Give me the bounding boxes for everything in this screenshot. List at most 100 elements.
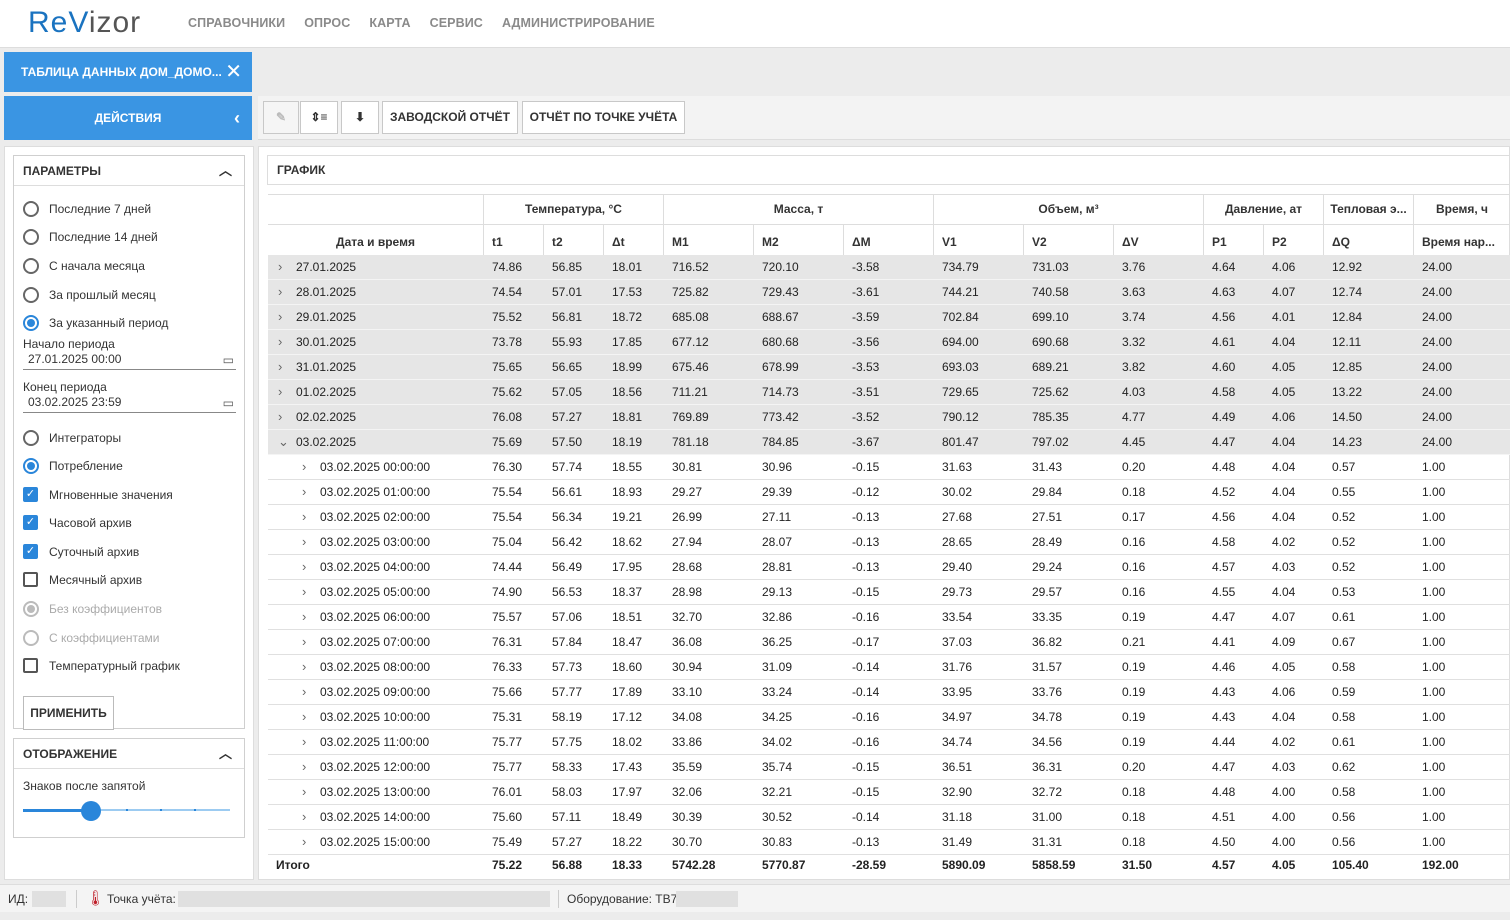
column-group-header[interactable]: Объем, м³ xyxy=(934,195,1204,225)
nav-item-administration[interactable]: АДМИНИСТРИРОВАНИЕ xyxy=(502,16,655,30)
start-period-input[interactable]: 27.01.2025 00:00 ▭ xyxy=(23,350,236,370)
hour-row[interactable]: › 03.02.2025 05:00:00 74.90 56.53 18.37 28.98… xyxy=(268,580,1510,605)
check-monthly-archive[interactable]: Месячный архив xyxy=(23,571,142,589)
column-header[interactable]: M2 xyxy=(754,225,844,255)
chevron-right-icon[interactable]: › xyxy=(278,255,282,279)
chevron-right-icon[interactable]: › xyxy=(302,680,306,704)
nav-item-service[interactable]: СЕРВИС xyxy=(430,16,483,30)
chevron-right-icon[interactable]: › xyxy=(302,705,306,729)
chevron-right-icon[interactable]: › xyxy=(302,605,306,629)
hour-row[interactable]: › 03.02.2025 11:00:00 75.77 57.75 18.02 33.86… xyxy=(268,730,1510,755)
data-table-tab[interactable]: ТАБЛИЦА ДАННЫХ ДОМ_ДОМО... ✕ xyxy=(4,52,252,92)
day-row[interactable]: › 27.01.2025 74.86 56.85 18.01 716.52 720.10 -3… xyxy=(268,255,1510,280)
column-header[interactable]: V1 xyxy=(934,225,1024,255)
check-temperature-graph[interactable]: Температурный график xyxy=(23,657,180,675)
nav-item-survey[interactable]: ОПРОС xyxy=(304,16,350,30)
hour-row[interactable]: › 03.02.2025 02:00:00 75.54 56.34 19.21 26.99… xyxy=(268,505,1510,530)
hour-row[interactable]: › 03.02.2025 12:00:00 75.77 58.33 17.43 35.59… xyxy=(268,755,1510,780)
decimals-slider-handle[interactable] xyxy=(81,801,101,821)
column-header[interactable]: Δt xyxy=(604,225,664,255)
column-header[interactable]: P1 xyxy=(1204,225,1264,255)
period-last-7-days[interactable]: Последние 7 дней xyxy=(23,200,151,218)
column-group-header[interactable]: Давление, ат xyxy=(1204,195,1324,225)
chevron-up-icon[interactable]: ︿ xyxy=(219,156,232,186)
column-header[interactable]: ΔQ xyxy=(1324,225,1414,255)
chevron-right-icon[interactable]: › xyxy=(302,830,306,854)
row-height-icon[interactable]: ⇕≡ xyxy=(300,101,338,134)
mode-consumption[interactable]: Потребление xyxy=(23,457,123,475)
chevron-right-icon[interactable]: › xyxy=(302,755,306,779)
chevron-right-icon[interactable]: › xyxy=(302,580,306,604)
column-header[interactable]: t1 xyxy=(484,225,544,255)
chevron-right-icon[interactable]: › xyxy=(278,330,282,354)
column-header[interactable]: V2 xyxy=(1024,225,1114,255)
chevron-right-icon[interactable]: › xyxy=(302,455,306,479)
column-group-header[interactable]: Температура, °C xyxy=(484,195,664,225)
chevron-right-icon[interactable]: › xyxy=(302,530,306,554)
chevron-right-icon[interactable]: › xyxy=(278,280,282,304)
hour-row[interactable]: › 03.02.2025 04:00:00 74.44 56.49 17.95 28.68… xyxy=(268,555,1510,580)
chevron-right-icon[interactable]: › xyxy=(302,805,306,829)
hour-row[interactable]: › 03.02.2025 09:00:00 75.66 57.77 17.89 33.10… xyxy=(268,680,1510,705)
column-header[interactable]: t2 xyxy=(544,225,604,255)
period-last-month[interactable]: За прошлый месяц xyxy=(23,286,156,304)
chevron-right-icon[interactable]: › xyxy=(302,630,306,654)
nav-item-directories[interactable]: СПРАВОЧНИКИ xyxy=(188,16,285,30)
end-period-input[interactable]: 03.02.2025 23:59 ▭ xyxy=(23,393,236,413)
day-row[interactable]: › 31.01.2025 75.65 56.65 18.99 675.46 678.99 -3… xyxy=(268,355,1510,380)
chevron-right-icon[interactable]: › xyxy=(302,480,306,504)
chevron-right-icon[interactable]: › xyxy=(278,380,282,404)
chevron-right-icon[interactable]: › xyxy=(302,655,306,679)
actions-button[interactable]: ДЕЙСТВИЯ ‹ xyxy=(4,96,252,140)
display-header[interactable]: ОТОБРАЖЕНИЕ ︿ xyxy=(14,739,244,769)
check-hourly-archive[interactable]: ✓ Часовой архив xyxy=(23,514,132,532)
hour-row[interactable]: › 03.02.2025 07:00:00 76.31 57.84 18.47 36.08… xyxy=(268,630,1510,655)
coef-without[interactable]: Без коэффициентов xyxy=(23,600,162,618)
column-header[interactable]: ΔV xyxy=(1114,225,1204,255)
chevron-right-icon[interactable]: › xyxy=(278,405,282,429)
chevron-right-icon[interactable]: › xyxy=(302,780,306,804)
day-row[interactable]: › 02.02.2025 76.08 57.27 18.81 769.89 773.42 -3… xyxy=(268,405,1510,430)
hour-row[interactable]: › 03.02.2025 10:00:00 75.31 58.19 17.12 34.08… xyxy=(268,705,1510,730)
chevron-right-icon[interactable]: › xyxy=(302,730,306,754)
column-group-header[interactable]: Время, ч xyxy=(1414,195,1510,225)
hour-row[interactable]: › 03.02.2025 15:00:00 75.49 57.27 18.22 30.70… xyxy=(268,830,1510,855)
day-row[interactable]: › 01.02.2025 75.62 57.05 18.56 711.21 714.73 -3… xyxy=(268,380,1510,405)
graph-section-header[interactable]: ГРАФИК xyxy=(267,155,1510,185)
column-group-header[interactable]: Масса, т xyxy=(664,195,934,225)
hour-row[interactable]: › 03.02.2025 00:00:00 76.30 57.74 18.55 30.81… xyxy=(268,455,1510,480)
chevron-right-icon[interactable]: › xyxy=(278,355,282,379)
hour-row[interactable]: › 03.02.2025 14:00:00 75.60 57.11 18.49 30.39… xyxy=(268,805,1510,830)
nav-item-map[interactable]: КАРТА xyxy=(369,16,410,30)
hour-row[interactable]: › 03.02.2025 13:00:00 76.01 58.03 17.97 32.06… xyxy=(268,780,1510,805)
chevron-left-icon[interactable]: ‹ xyxy=(234,96,240,140)
hour-row[interactable]: › 03.02.2025 01:00:00 75.54 56.61 18.93 29.27… xyxy=(268,480,1510,505)
hour-row[interactable]: › 03.02.2025 06:00:00 75.57 57.06 18.51 32.70… xyxy=(268,605,1510,630)
mode-integrators[interactable]: Интеграторы xyxy=(23,429,121,447)
column-group-header[interactable]: Тепловая э... xyxy=(1324,195,1414,225)
app-logo[interactable]: ReVizor xyxy=(28,6,141,40)
point-report-button[interactable]: ОТЧЁТ ПО ТОЧКЕ УЧЁТА xyxy=(522,101,685,134)
download-icon[interactable]: ⬇ xyxy=(341,101,379,134)
column-header[interactable]: M1 xyxy=(664,225,754,255)
chevron-right-icon[interactable]: › xyxy=(302,555,306,579)
hour-row[interactable]: › 03.02.2025 03:00:00 75.04 56.42 18.62 27.94… xyxy=(268,530,1510,555)
period-custom[interactable]: За указанный период xyxy=(23,314,168,332)
column-header[interactable]: P2 xyxy=(1264,225,1324,255)
check-daily-archive[interactable]: ✓ Суточный архив xyxy=(23,543,139,561)
chevron-down-icon[interactable]: ⌄ xyxy=(278,430,289,454)
edit-icon[interactable]: ✎ xyxy=(263,101,299,134)
chevron-right-icon[interactable]: › xyxy=(302,505,306,529)
calendar-icon[interactable]: ▭ xyxy=(223,394,234,412)
period-last-14-days[interactable]: Последние 14 дней xyxy=(23,228,158,246)
hour-row[interactable]: › 03.02.2025 08:00:00 76.33 57.73 18.60 30.94… xyxy=(268,655,1510,680)
chevron-right-icon[interactable]: › xyxy=(278,305,282,329)
chevron-up-icon[interactable]: ︿ xyxy=(219,739,232,769)
calendar-icon[interactable]: ▭ xyxy=(223,351,234,369)
column-header[interactable]: ΔM xyxy=(844,225,934,255)
factory-report-button[interactable]: ЗАВОДСКОЙ ОТЧЁТ xyxy=(382,101,518,134)
day-row[interactable]: › 30.01.2025 73.78 55.93 17.85 677.12 680.68 -3… xyxy=(268,330,1510,355)
day-row[interactable]: › 29.01.2025 75.52 56.81 18.72 685.08 688.67 -3… xyxy=(268,305,1510,330)
column-header-date[interactable]: Дата и время xyxy=(268,225,484,255)
day-row[interactable]: ⌄ 03.02.2025 75.69 57.50 18.19 781.18 784.85 -3… xyxy=(268,430,1510,455)
